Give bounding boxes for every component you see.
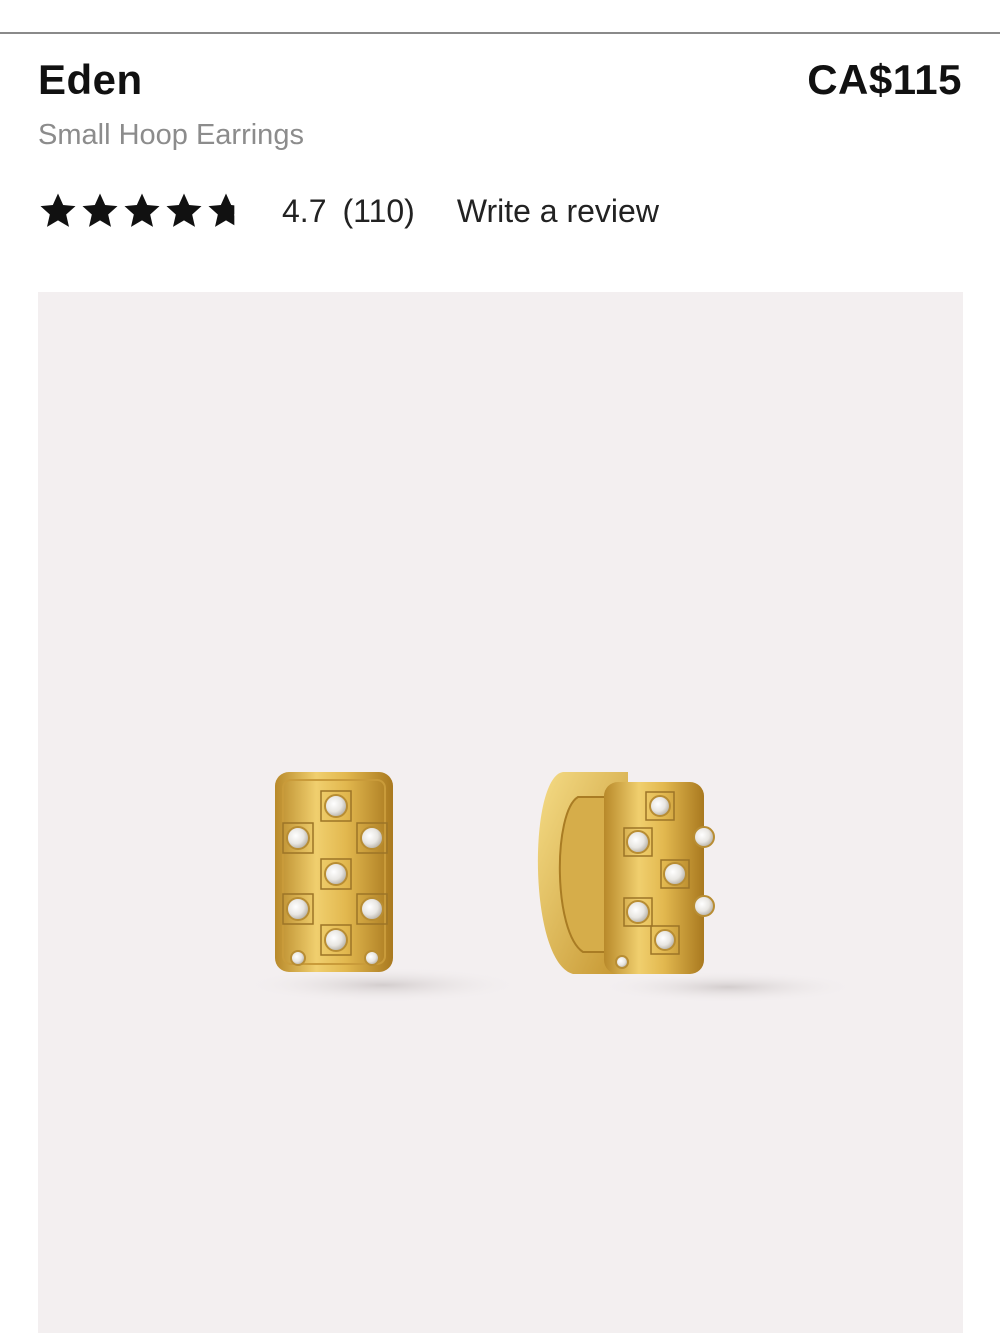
star-icon — [124, 193, 160, 227]
rating-row: 4.7 (110) Write a review — [38, 186, 659, 236]
earrings-photo — [243, 772, 858, 1003]
star-icon — [40, 193, 76, 227]
product-title: Eden — [38, 56, 143, 103]
rating-value: 4.7 — [282, 192, 327, 229]
product-image[interactable] — [38, 292, 963, 1333]
review-count[interactable]: (110) — [342, 193, 414, 230]
partial-star-icon — [208, 193, 244, 227]
star-icon — [166, 193, 202, 227]
write-review-link[interactable]: Write a review — [457, 193, 659, 230]
product-subtitle: Small Hoop Earrings — [38, 119, 304, 151]
star-icon — [82, 193, 118, 227]
product-price: CA$115 — [807, 56, 962, 103]
star-rating[interactable] — [38, 191, 246, 231]
top-divider — [0, 32, 1000, 34]
